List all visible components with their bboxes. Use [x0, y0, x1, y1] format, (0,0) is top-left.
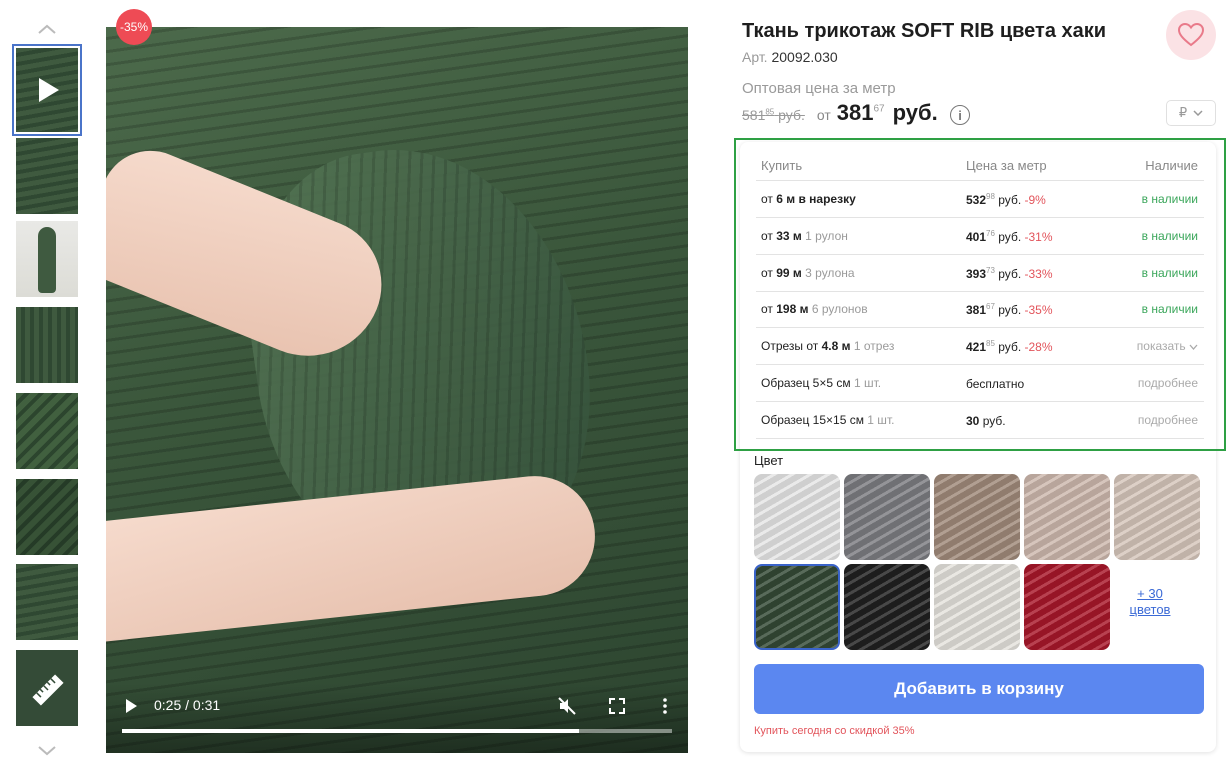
buy-quantity: Образец 15×15 см 1 шт. [761, 413, 895, 427]
info-icon[interactable]: i [950, 105, 970, 125]
chevron-down-icon [1193, 110, 1203, 116]
color-swatch[interactable] [934, 474, 1020, 560]
chevron-down-icon [1189, 344, 1198, 350]
price-per-meter: 39373 руб. -33% [966, 266, 1053, 281]
current-price: 38167 [836, 100, 885, 125]
favorite-button[interactable] [1166, 10, 1216, 60]
table-row: от 6 м в нарезку 53298 руб. -9% в наличии [756, 181, 1204, 218]
ruler-icon [32, 674, 64, 706]
price-per-meter: 30 руб. [966, 414, 1006, 428]
mute-icon[interactable] [558, 697, 576, 715]
play-button[interactable] [126, 699, 137, 713]
discount-badge: -35% [116, 9, 152, 45]
buy-quantity: Отрезы от 4.8 м 1 отрез [761, 339, 895, 353]
buy-quantity: от 6 м в нарезку [761, 192, 856, 206]
price-per-meter: 40176 руб. -31% [966, 229, 1053, 244]
chevron-up-icon[interactable] [36, 18, 58, 40]
table-row: от 33 м 1 рулон 40176 руб. -31% в наличии [756, 218, 1204, 255]
color-swatch[interactable] [844, 564, 930, 650]
old-price: 58185 руб. [742, 107, 805, 123]
price-per-meter: 42185 руб. -28% [966, 339, 1053, 354]
table-row: Отрезы от 4.8 м 1 отрез 42185 руб. -28% по… [756, 328, 1204, 365]
color-label: Цвет [754, 453, 784, 468]
availability-status: в наличии [1141, 266, 1198, 280]
thumbnail-image[interactable] [16, 221, 78, 297]
thumbnail-size-chart[interactable] [16, 650, 78, 726]
table-row: Образец 5×5 см 1 шт. бесплатно подробнее [756, 365, 1204, 402]
color-swatch[interactable] [844, 474, 930, 560]
article-number: Арт. 20092.030 [742, 49, 838, 65]
buy-quantity: от 198 м 6 рулонов [761, 302, 868, 316]
buy-quantity: Образец 5×5 см 1 шт. [761, 376, 882, 390]
availability-status: в наличии [1141, 229, 1198, 243]
availability-status[interactable]: подробнее [1138, 376, 1198, 390]
more-colors-link[interactable]: + 30 цветов [1112, 586, 1188, 618]
thumbnail-image[interactable] [16, 307, 78, 383]
table-row: от 198 м 6 рулонов 38167 руб. -35% в налич… [756, 291, 1204, 328]
video-time: 0:25 / 0:31 [154, 697, 221, 713]
thumbnail-video[interactable] [12, 44, 82, 136]
price-per-meter: 38167 руб. -35% [966, 302, 1053, 317]
product-title: Ткань трикотаж SOFT RIB цвета хаки [742, 20, 1107, 42]
play-icon [39, 78, 59, 102]
add-to-cart-button[interactable]: Добавить в корзину [754, 664, 1204, 714]
more-options-icon[interactable] [656, 697, 674, 715]
chevron-down-icon[interactable] [36, 740, 58, 762]
currency-select[interactable]: ₽ [1166, 100, 1216, 126]
color-swatch[interactable] [754, 474, 840, 560]
price-row: 58185 руб. от 38167 руб. [742, 100, 938, 125]
heart-icon [1178, 23, 1204, 47]
color-swatch[interactable] [934, 564, 1020, 650]
thumbnail-image[interactable] [16, 393, 78, 469]
color-swatch[interactable] [1114, 474, 1200, 560]
fullscreen-icon[interactable] [608, 697, 626, 715]
price-table-header: Купить Цена за метр Наличие [756, 150, 1204, 181]
wholesale-label: Оптовая цена за метр [742, 80, 896, 97]
color-swatch[interactable] [1024, 474, 1110, 560]
color-swatch[interactable] [754, 564, 840, 650]
availability-status: в наличии [1141, 302, 1198, 316]
availability-status[interactable]: подробнее [1138, 413, 1198, 427]
buy-quantity: от 33 м 1 рулон [761, 229, 848, 243]
price-per-meter: бесплатно [966, 377, 1025, 391]
thumbnail-strip [10, 14, 84, 764]
video-progress-bar[interactable] [122, 729, 672, 733]
buy-quantity: от 99 м 3 рулона [761, 266, 855, 280]
product-video[interactable]: 0:25 / 0:31 [106, 27, 688, 753]
availability-status[interactable]: показать [1137, 339, 1198, 353]
color-swatch[interactable] [1024, 564, 1110, 650]
thumbnail-image[interactable] [16, 564, 78, 640]
video-controls: 0:25 / 0:31 [106, 683, 688, 753]
price-per-meter: 53298 руб. -9% [966, 192, 1046, 207]
thumbnail-image[interactable] [16, 138, 78, 214]
promo-text: Купить сегодня со скидкой 35% [754, 725, 915, 737]
table-row: от 99 м 3 рулона 39373 руб. -33% в наличии [756, 255, 1204, 292]
availability-status: в наличии [1141, 192, 1198, 206]
table-row: Образец 15×15 см 1 шт. 30 руб. подробнее [756, 402, 1204, 439]
thumbnail-image[interactable] [16, 479, 78, 555]
